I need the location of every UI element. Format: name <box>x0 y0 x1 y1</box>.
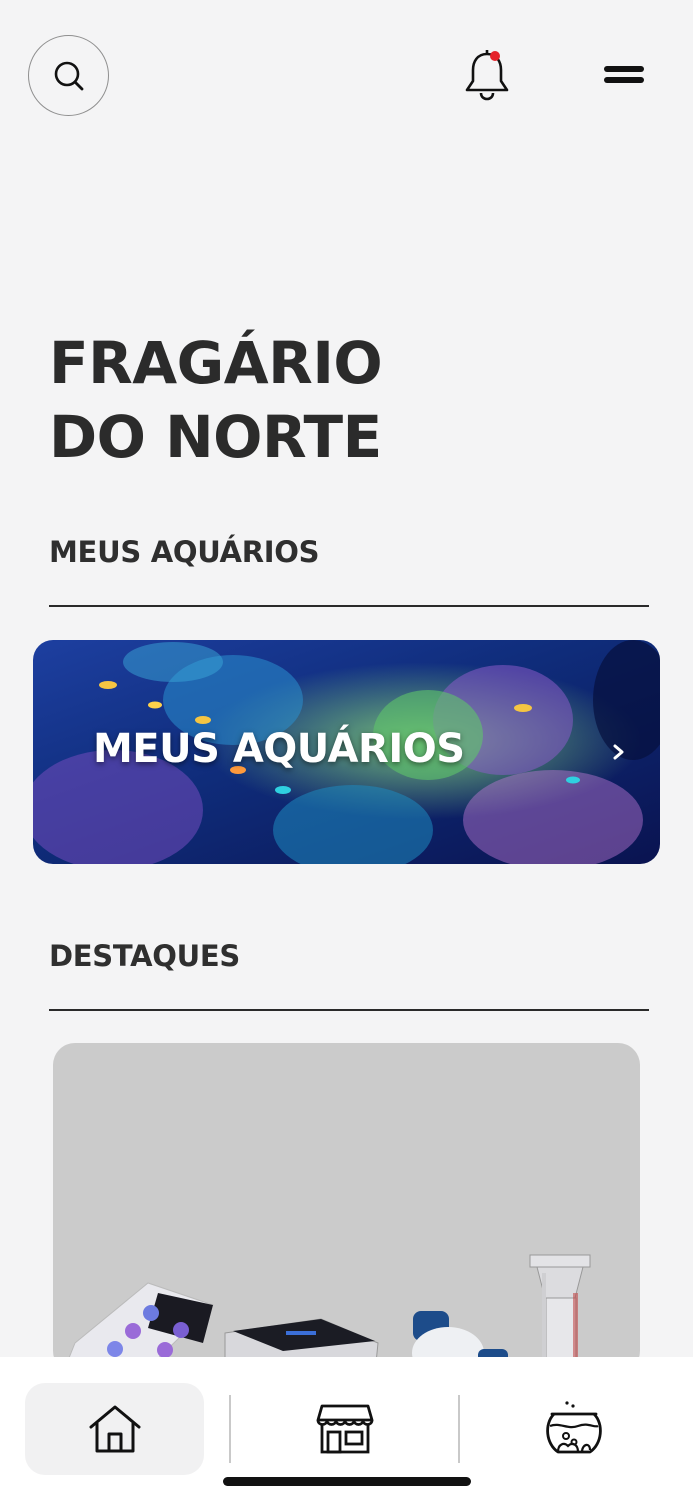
highlight-product-card[interactable] <box>53 1043 640 1373</box>
search-button[interactable] <box>28 35 109 116</box>
search-icon <box>54 61 83 90</box>
bottom-navigation <box>0 1357 693 1500</box>
store-icon <box>316 1404 373 1454</box>
page-title-line-2: DO NORTE <box>49 403 382 471</box>
home-icon <box>89 1405 140 1453</box>
nav-aquarium[interactable] <box>484 1383 663 1475</box>
home-indicator <box>223 1477 471 1486</box>
aquariums-banner-label: MEUS AQUÁRIOS <box>93 726 465 772</box>
chevron-right-icon <box>613 744 624 760</box>
aquariums-section-heading: MEUS AQUÁRIOS <box>49 535 320 569</box>
notification-dot <box>490 51 500 61</box>
aquarium-bowl-icon <box>545 1401 602 1454</box>
highlights-section-divider <box>49 1009 649 1011</box>
page-title-line-1: FRAGÁRIO <box>49 329 383 397</box>
highlights-section-heading: DESTAQUES <box>49 939 240 973</box>
menu-icon <box>604 66 644 72</box>
products-image <box>62 1254 591 1373</box>
nav-separator <box>458 1395 460 1463</box>
bell-icon <box>465 50 509 101</box>
aquariums-section-divider <box>49 605 649 607</box>
nav-home[interactable] <box>25 1383 204 1475</box>
notifications-button[interactable] <box>462 48 512 102</box>
nav-separator <box>229 1395 231 1463</box>
page-title: FRAGÁRIO DO NORTE <box>49 326 383 474</box>
menu-button[interactable] <box>602 62 646 88</box>
nav-store[interactable] <box>255 1383 434 1475</box>
aquariums-banner[interactable]: MEUS AQUÁRIOS <box>33 640 660 864</box>
